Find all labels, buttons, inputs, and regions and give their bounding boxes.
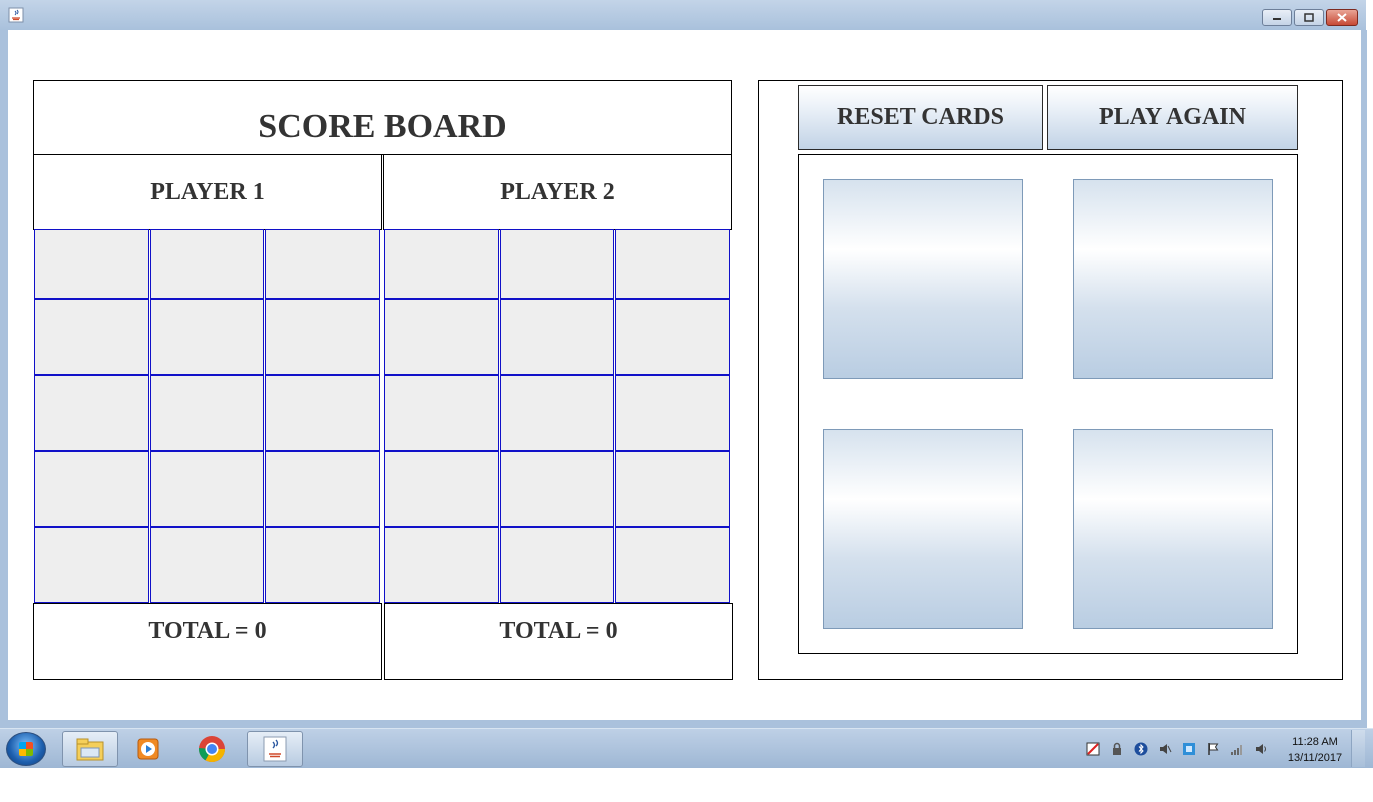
player1-score-cell [265, 299, 380, 375]
restore-icon [1304, 13, 1314, 22]
player2-score-cell [615, 229, 730, 299]
player2-score-cell [499, 229, 615, 299]
start-button[interactable] [6, 732, 46, 766]
player1-score-cell [265, 527, 380, 603]
player2-label: PLAYER 2 [383, 154, 732, 230]
chrome-icon [198, 736, 226, 763]
lock-icon[interactable] [1109, 741, 1125, 757]
system-tray [1085, 737, 1269, 761]
taskbar-chrome[interactable] [184, 731, 240, 767]
close-icon [1337, 13, 1347, 22]
player1-score-cell [265, 229, 380, 299]
card-button[interactable] [823, 179, 1023, 379]
player1-score-cell [149, 527, 265, 603]
close-button[interactable] [1326, 9, 1358, 26]
folder-icon [76, 738, 104, 761]
card-button[interactable] [1073, 179, 1273, 379]
player1-score-cell [149, 451, 265, 527]
scoreboard-title: SCORE BOARD [33, 80, 732, 155]
player1-label: PLAYER 1 [33, 154, 382, 230]
taskbar-media-player[interactable] [120, 731, 176, 767]
java-coffee-icon [263, 736, 287, 762]
signal-strength-icon[interactable] [1229, 741, 1245, 757]
minimize-button[interactable] [1262, 9, 1292, 26]
window-border-bottom [0, 720, 1367, 728]
play-again-button[interactable]: PLAY AGAIN [1047, 85, 1298, 150]
card-button[interactable] [1073, 429, 1273, 629]
reset-cards-button[interactable]: RESET CARDS [798, 85, 1043, 150]
player2-score-cell [499, 527, 615, 603]
player1-score-cell [34, 451, 149, 527]
window-border-left [0, 30, 8, 724]
player1-score-cell [34, 299, 149, 375]
taskbar-java-app[interactable] [247, 731, 303, 767]
network-app-icon[interactable] [1181, 741, 1197, 757]
player2-score-cell [384, 299, 499, 375]
maximize-button[interactable] [1294, 9, 1324, 26]
player1-score-cell [149, 229, 265, 299]
minimize-icon [1273, 17, 1281, 20]
player1-score-grid [34, 229, 381, 604]
player2-score-cell [499, 451, 615, 527]
player1-score-cell [265, 451, 380, 527]
taskbar: 11:28 AM 13/11/2017 [0, 728, 1373, 768]
java-icon [8, 7, 24, 23]
card-button[interactable] [823, 429, 1023, 629]
antivirus-icon[interactable] [1085, 741, 1101, 757]
player2-score-cell [384, 229, 499, 299]
clock-date: 13/11/2017 [1287, 752, 1343, 764]
action-center-flag-icon[interactable] [1205, 741, 1221, 757]
taskbar-explorer[interactable] [62, 731, 118, 767]
player1-score-cell [34, 375, 149, 451]
player1-score-cell [34, 229, 149, 299]
player1-total: TOTAL = 0 [33, 603, 382, 680]
window-border-right [1361, 30, 1367, 724]
player1-score-cell [265, 375, 380, 451]
player2-total: TOTAL = 0 [384, 603, 733, 680]
player2-score-cell [384, 527, 499, 603]
player1-score-cell [149, 375, 265, 451]
show-desktop-button[interactable] [1351, 730, 1365, 767]
bluetooth-icon[interactable] [1133, 741, 1149, 757]
player2-score-cell [384, 375, 499, 451]
taskbar-clock[interactable]: 11:28 AM 13/11/2017 [1280, 734, 1350, 766]
screen-bottom-area [0, 768, 1373, 802]
player2-score-cell [499, 299, 615, 375]
player2-score-cell [615, 299, 730, 375]
player2-score-cell [499, 375, 615, 451]
media-player-icon [137, 738, 159, 760]
speaker-mute-icon[interactable] [1157, 741, 1173, 757]
player1-score-cell [34, 527, 149, 603]
player2-score-cell [615, 527, 730, 603]
window-titlebar[interactable] [0, 0, 1366, 30]
clock-time: 11:28 AM [1292, 736, 1338, 748]
player1-score-cell [149, 299, 265, 375]
volume-icon[interactable] [1253, 741, 1269, 757]
player2-score-grid [384, 229, 731, 604]
player2-score-cell [384, 451, 499, 527]
player2-score-cell [615, 451, 730, 527]
player2-score-cell [615, 375, 730, 451]
